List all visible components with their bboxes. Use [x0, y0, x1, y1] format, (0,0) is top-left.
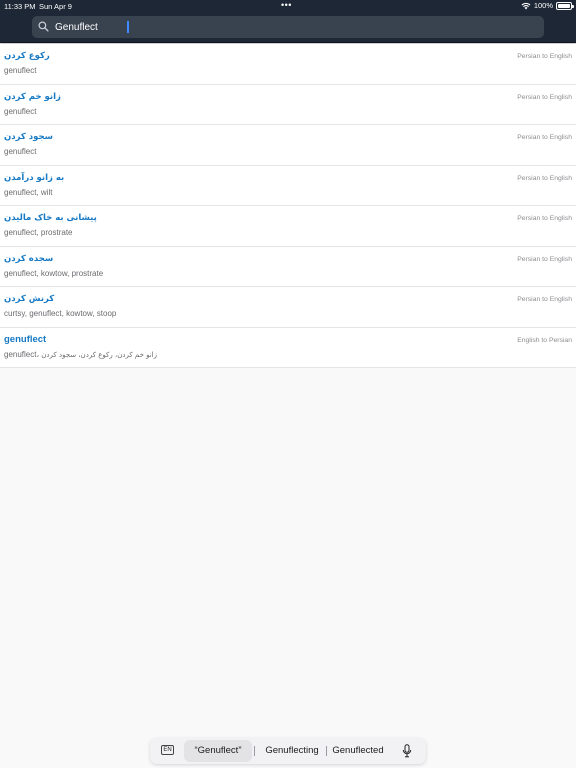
result-row[interactable]: پیشانی به خاک مالیدن genuflect, prostrat… — [0, 206, 576, 247]
result-title: زانو خم کردن — [4, 91, 61, 102]
divider — [254, 746, 255, 756]
battery-icon — [556, 1, 574, 10]
status-indicators: 100% — [521, 1, 574, 10]
battery-percentage: 100% — [533, 1, 553, 10]
result-row[interactable]: زانو خم کردن genuflect Persian to Englis… — [0, 84, 576, 125]
result-direction: Persian to English — [517, 255, 572, 263]
keyboard-language-key[interactable]: EN — [161, 745, 174, 755]
result-subtitle-persian: زانو خم کردن، رکوع کردن، سجود کردن — [41, 350, 158, 359]
result-direction: Persian to English — [517, 174, 572, 182]
result-title: رکوع کردن — [4, 51, 50, 61]
result-row[interactable]: به زانو درآمدن genuflect, wilt Persian t… — [0, 165, 576, 206]
results-list: رکوع کردن genuflect Persian to English ز… — [0, 44, 576, 368]
result-title: سجود کردن — [4, 132, 53, 142]
result-subtitle: genuflect — [4, 147, 37, 156]
result-direction: Persian to English — [517, 215, 572, 222]
search-bar[interactable] — [32, 16, 544, 38]
result-row[interactable]: رکوع کردن genuflect Persian to English — [0, 44, 576, 85]
result-direction: Persian to English — [517, 53, 572, 60]
status-date: Sun Apr 9 — [39, 2, 72, 11]
result-title: پیشانی به خاک مالیدن — [4, 213, 97, 223]
result-subtitle: genuflect, wilt — [4, 187, 53, 197]
result-subtitle-english: genuflect، — [4, 349, 42, 359]
result-title: genuflect — [4, 333, 47, 345]
result-subtitle: genuflect, prostrate — [4, 228, 73, 237]
top-bar: 11:33 PM Sun Apr 9 ••• 100% — [0, 0, 576, 43]
result-row[interactable]: سجود کردن genuflect Persian to English — [0, 125, 576, 166]
result-direction: English to Persian — [517, 336, 572, 344]
result-title: کرنش کردن — [4, 294, 55, 304]
suggestion-genuflected[interactable]: Genuflected — [328, 738, 388, 764]
result-direction: Persian to English — [517, 134, 572, 141]
suggestion-typed[interactable]: “Genuflect” — [184, 740, 252, 762]
result-title: سجده کردن — [4, 253, 54, 264]
result-direction: Persian to English — [517, 93, 572, 101]
suggestion-genuflecting[interactable]: Genuflecting — [256, 738, 328, 764]
result-row[interactable]: genuflect genuflect، زانو خم کردن، رکوع … — [0, 327, 576, 368]
result-direction: Persian to English — [517, 296, 572, 303]
text-cursor — [127, 21, 129, 33]
result-subtitle: curtsy, genuflect, kowtow, stoop — [4, 309, 117, 318]
microphone-icon[interactable] — [402, 744, 412, 758]
result-title: به زانو درآمدن — [4, 172, 65, 183]
divider — [326, 746, 327, 756]
multitasking-dots[interactable]: ••• — [281, 0, 292, 10]
result-subtitle: genuflect, kowtow, prostrate — [4, 268, 104, 278]
keyboard-suggestion-bar: EN “Genuflect” Genuflecting Genuflected — [150, 738, 426, 764]
status-time: 11:33 PM — [4, 2, 36, 11]
wifi-icon — [521, 2, 531, 9]
result-row[interactable]: کرنش کردن curtsy, genuflect, kowtow, sto… — [0, 287, 576, 328]
result-subtitle: genuflect — [4, 106, 37, 116]
search-icon — [38, 21, 49, 32]
result-subtitle: genuflect — [4, 66, 37, 75]
result-row[interactable]: سجده کردن genuflect, kowtow, prostrate P… — [0, 246, 576, 287]
result-subtitle: genuflect، زانو خم کردن، رکوع کردن، سجود… — [4, 350, 157, 359]
